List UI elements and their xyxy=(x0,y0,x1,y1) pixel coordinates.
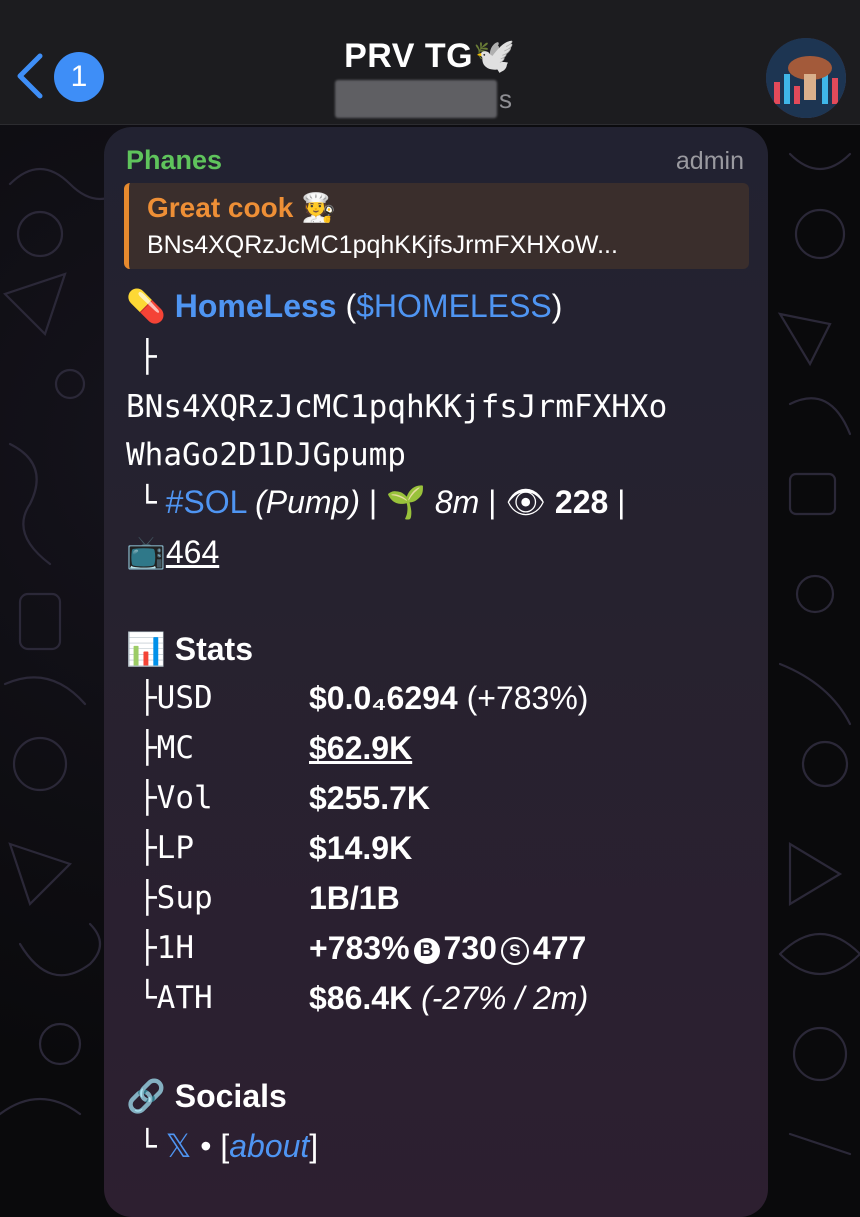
bullet: • xyxy=(191,1128,221,1164)
tv-count-link[interactable]: 464 xyxy=(166,534,219,570)
contract-address-line1[interactable]: BNs4XQRzJcMC1pqhKKjfsJrmFXHXo xyxy=(126,389,667,425)
bracket-close: ] xyxy=(309,1128,319,1164)
separator: | xyxy=(608,484,626,520)
paren-open: ( xyxy=(336,288,357,324)
chat-header: 1 PRV TG🕊️ s xyxy=(0,0,860,125)
reply-quote[interactable]: Great cook 🧑‍🍳 BNs4XQRzJcMC1pqhKKjfsJrmF… xyxy=(124,183,749,269)
stat-value: 1B/1B xyxy=(309,880,400,916)
token-title-line: 💊 HomeLess ($HOMELESS) xyxy=(126,287,562,325)
tree-branch: ├ xyxy=(138,339,157,375)
view-count: 228 xyxy=(554,484,609,520)
stats-heading: 📊 Stats xyxy=(126,630,253,668)
about-link[interactable]: about xyxy=(229,1128,309,1164)
dove-icon: 🕊️ xyxy=(473,36,516,76)
stat-key: ├LP xyxy=(138,830,194,866)
chat-title[interactable]: PRV TG🕊️ xyxy=(0,36,860,76)
reply-title-text: Great cook xyxy=(147,192,294,223)
link-icon: 🔗 xyxy=(126,1077,166,1115)
seedling-icon: 🌱 xyxy=(386,483,426,521)
socials-heading: 🔗 Socials xyxy=(126,1077,287,1115)
chain-hashtag[interactable]: #SOL xyxy=(166,484,247,520)
socials-line: └ 𝕏 • [about] xyxy=(138,1127,318,1165)
stat-value: $0.0₄6294 (+783%) xyxy=(309,680,589,716)
sell-count: 477 xyxy=(532,930,587,966)
tv-line: 📺464 xyxy=(126,533,219,571)
platform-label: (Pump) xyxy=(255,484,360,520)
avatar-image xyxy=(766,38,846,118)
chat-title-text: PRV TG xyxy=(344,37,474,75)
tv-icon: 📺 xyxy=(126,533,166,571)
sender-name[interactable]: Phanes xyxy=(126,145,222,176)
cook-icon: 🧑‍🍳 xyxy=(301,191,336,224)
stats-heading-text: Stats xyxy=(174,631,253,667)
stat-key: ├MC xyxy=(138,730,194,766)
sells-icon: S xyxy=(500,937,529,965)
stat-key: ├USD xyxy=(138,680,213,716)
socials-heading-text: Socials xyxy=(174,1078,287,1114)
stat-key: ├1H xyxy=(138,930,194,966)
bar-chart-icon: 📊 xyxy=(126,630,166,668)
subtitle-suffix: s xyxy=(499,84,512,114)
token-age: 8m xyxy=(434,484,480,520)
buys-icon: B xyxy=(413,938,440,964)
stat-key: ├Vol xyxy=(138,780,213,816)
tree-end: └ xyxy=(138,485,157,521)
stat-value: $255.7K xyxy=(309,780,430,816)
stat-value: $86.4K (-27% / 2m) xyxy=(309,980,589,1016)
stat-key: ├Sup xyxy=(138,880,213,916)
paren-close: ) xyxy=(551,288,563,324)
message-bubble[interactable]: Phanes admin Great cook 🧑‍🍳 BNs4XQRzJcMC… xyxy=(104,127,768,1217)
chat-avatar[interactable] xyxy=(766,38,846,118)
redacted-subtitle xyxy=(335,80,497,118)
stat-value: $14.9K xyxy=(309,830,413,866)
buy-count: 730 xyxy=(443,930,497,966)
reply-title: Great cook 🧑‍🍳 xyxy=(147,191,336,224)
stat-key: └ATH xyxy=(138,980,213,1016)
bracket-open: [ xyxy=(220,1128,230,1164)
pill-icon: 💊 xyxy=(126,287,166,325)
contract-address-line2[interactable]: WhaGo2D1DJGpump xyxy=(126,437,406,473)
sender-role: admin xyxy=(675,147,744,175)
eye-icon: 👁 xyxy=(505,483,546,521)
chat-subtitle: s xyxy=(335,80,515,120)
reply-text: BNs4XQRzJcMC1pqhKKjfsJrmFXHXoW... xyxy=(147,231,618,259)
stat-value: +783% B 730 S 477 xyxy=(309,930,587,966)
token-ticker-link[interactable]: $HOMELESS xyxy=(356,288,552,324)
token-meta-line: └ #SOL (Pump) | 🌱 8m | 👁 228 | xyxy=(138,483,625,521)
tree-end: └ xyxy=(138,1129,157,1165)
x-link-icon[interactable]: 𝕏 xyxy=(166,1128,192,1164)
market-cap-link[interactable]: $62.9K xyxy=(309,730,412,767)
separator: | xyxy=(479,484,506,520)
separator: | xyxy=(360,484,387,520)
token-name-link[interactable]: HomeLess xyxy=(175,288,337,324)
